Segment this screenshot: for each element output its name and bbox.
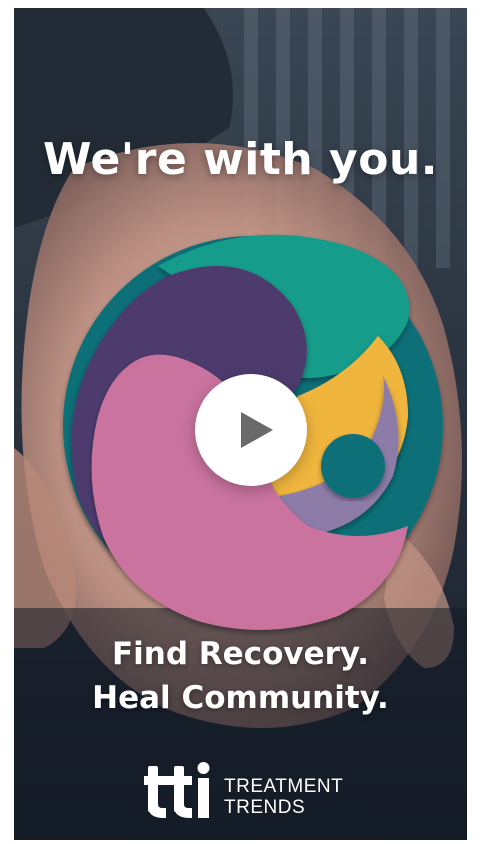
brand-name-line-2: TRENDS	[224, 797, 306, 818]
headline: We're with you.	[43, 134, 438, 185]
tagline-line-2: Heal Community.	[92, 680, 389, 716]
video-poster[interactable]: We're with you. Find Recovery. Heal Comm…	[14, 8, 467, 840]
brand-name: TREATMENT TRENDS	[224, 776, 343, 818]
brand-name-line-1: TREATMENT	[224, 776, 344, 797]
brand-logo: TREATMENT TRENDS	[144, 760, 364, 824]
brand-mark	[144, 762, 210, 818]
play-icon	[241, 412, 273, 448]
play-button[interactable]	[195, 374, 307, 486]
tagline-line-1: Find Recovery.	[111, 636, 370, 672]
